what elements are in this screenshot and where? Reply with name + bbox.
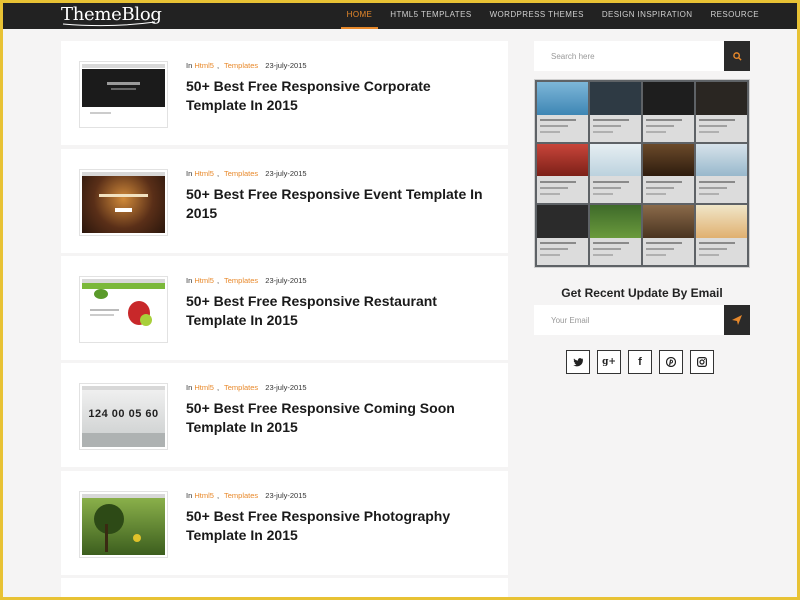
category-link-html5[interactable]: Html5 [194, 491, 214, 500]
post-date: 23-july-2015 [265, 383, 307, 392]
category-link-html5[interactable]: Html5 [194, 61, 214, 70]
gallery-tile[interactable] [696, 143, 747, 204]
post-meta: In Html5, Templates 23-july-2015 [186, 169, 307, 178]
countdown-preview: 124 00 05 60 [88, 408, 159, 420]
pinterest-icon[interactable] [659, 350, 683, 374]
post-meta: In Html5, Templates 23-july-2015 [186, 61, 307, 70]
twitter-icon[interactable] [566, 350, 590, 374]
meta-prefix: In [186, 383, 193, 392]
send-icon [732, 315, 742, 325]
email-signup-box [534, 305, 750, 335]
google-plus-icon[interactable]: g+ [597, 350, 621, 374]
post-card: In Html5, Templates 23-july-2015 50+ Bes… [61, 471, 508, 575]
post-thumbnail[interactable] [79, 61, 168, 128]
main-nav: HOME HTML5 TEMPLATES WORDPRESS THEMES DE… [329, 3, 759, 29]
gallery-tile[interactable] [643, 82, 694, 142]
category-link-templates[interactable]: Templates [224, 61, 258, 70]
meta-prefix: In [186, 61, 193, 70]
post-title[interactable]: 50+ Best Free Responsive Corporate Templ… [186, 77, 491, 115]
category-link-templates[interactable]: Templates [224, 383, 258, 392]
post-date: 23-july-2015 [265, 276, 307, 285]
nav-item-home[interactable]: HOME [340, 3, 378, 29]
category-link-templates[interactable]: Templates [224, 491, 258, 500]
social-links: g+ f [566, 350, 721, 374]
post-thumbnail[interactable] [79, 169, 168, 236]
gallery-tile[interactable] [537, 143, 588, 204]
search-button[interactable] [724, 41, 750, 71]
nav-item-html5-templates[interactable]: HTML5 TEMPLATES [390, 3, 471, 29]
post-thumbnail[interactable] [79, 491, 168, 558]
post-card: In Html5, Templates 23-july-2015 50+ Bes… [61, 149, 508, 253]
facebook-icon[interactable]: f [628, 350, 652, 374]
category-link-templates[interactable]: Templates [224, 169, 258, 178]
gallery-tile[interactable] [696, 82, 747, 142]
nav-item-resource[interactable]: RESOURCE [710, 3, 759, 29]
category-link-html5[interactable]: Html5 [194, 276, 214, 285]
gallery-tile[interactable] [643, 143, 694, 204]
post-card: In Html5, Templates 23-july-2015 50+ Bes… [61, 41, 508, 145]
search-input[interactable] [534, 41, 724, 71]
top-navbar: ThemeBlog HOME HTML5 TEMPLATES WORDPRESS… [3, 3, 797, 29]
post-meta: In Html5, Templates 23-july-2015 [186, 276, 307, 285]
email-field[interactable] [534, 305, 724, 335]
category-link-html5[interactable]: Html5 [194, 169, 214, 178]
gallery-tile[interactable] [537, 82, 588, 142]
featured-gallery[interactable] [534, 79, 750, 268]
meta-prefix: In [186, 276, 193, 285]
post-thumbnail[interactable] [79, 276, 168, 343]
gallery-tile[interactable] [696, 205, 747, 265]
post-meta: In Html5, Templates 23-july-2015 [186, 383, 307, 392]
category-link-templates[interactable]: Templates [224, 276, 258, 285]
search-icon [732, 51, 742, 61]
gallery-tile[interactable] [643, 205, 694, 265]
nav-item-wordpress-themes[interactable]: WORDPRESS THEMES [490, 3, 584, 29]
gallery-tile[interactable] [537, 205, 588, 265]
post-card: 124 00 05 60 In Html5, Templates 23-july… [61, 363, 508, 467]
logo-swoosh-icon [62, 21, 156, 27]
email-signup-heading: Get Recent Update By Email [561, 286, 723, 300]
post-date: 23-july-2015 [265, 169, 307, 178]
search-box [534, 41, 750, 71]
gallery-tile[interactable] [590, 82, 641, 142]
post-title[interactable]: 50+ Best Free Responsive Coming Soon Tem… [186, 399, 491, 437]
post-date: 23-july-2015 [265, 61, 307, 70]
gallery-tile[interactable] [590, 143, 641, 204]
post-date: 23-july-2015 [265, 491, 307, 500]
post-title[interactable]: 50+ Best Free Responsive Event Template … [186, 185, 491, 223]
post-card: In Html5, Templates 23-july-2015 50+ Bes… [61, 256, 508, 360]
category-link-html5[interactable]: Html5 [194, 383, 214, 392]
meta-prefix: In [186, 169, 193, 178]
instagram-icon[interactable] [690, 350, 714, 374]
post-thumbnail[interactable]: 124 00 05 60 [79, 383, 168, 450]
page-frame: ThemeBlog HOME HTML5 TEMPLATES WORDPRESS… [3, 3, 797, 597]
post-title[interactable]: 50+ Best Free Responsive Photography Tem… [186, 507, 491, 545]
nav-item-design-inspiration[interactable]: DESIGN INSPIRATION [602, 3, 693, 29]
post-meta: In Html5, Templates 23-july-2015 [186, 491, 307, 500]
post-card [61, 578, 508, 597]
email-submit-button[interactable] [724, 305, 750, 335]
post-title[interactable]: 50+ Best Free Responsive Restaurant Temp… [186, 292, 491, 330]
meta-prefix: In [186, 491, 193, 500]
gallery-tile[interactable] [590, 205, 641, 265]
